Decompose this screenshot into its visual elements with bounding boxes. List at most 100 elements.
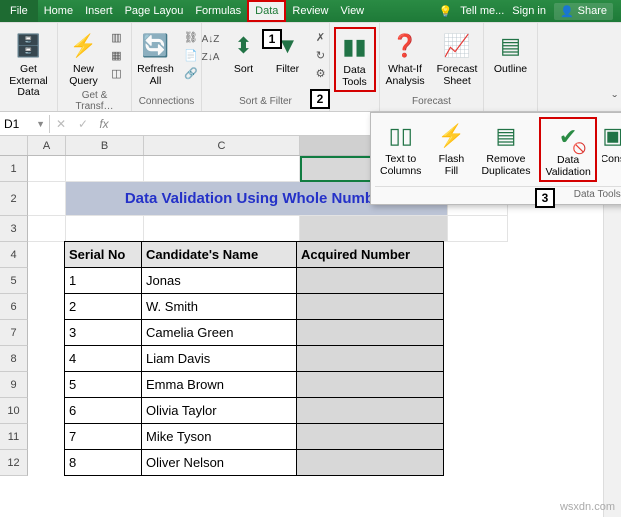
cell[interactable] <box>27 267 65 294</box>
from-table-icon[interactable]: ▦ <box>109 47 125 63</box>
cell[interactable] <box>28 182 66 216</box>
clear-filter-icon[interactable]: ✗ <box>313 29 329 45</box>
cell[interactable] <box>27 449 65 476</box>
row-header[interactable]: 7 <box>0 320 28 346</box>
serial-cell[interactable]: 5 <box>64 371 142 398</box>
cell[interactable] <box>443 397 503 424</box>
acquired-cell[interactable] <box>296 267 444 294</box>
cell[interactable] <box>27 345 65 372</box>
data-validation-button[interactable]: ✔🚫 Data Validation <box>539 117 596 182</box>
serial-cell[interactable]: 4 <box>64 345 142 372</box>
get-external-data-button[interactable]: 🗄️ Get External Data <box>4 27 53 102</box>
cell[interactable] <box>144 216 300 242</box>
acquired-cell[interactable] <box>296 397 444 424</box>
row-header[interactable]: 3 <box>0 216 28 242</box>
share-button[interactable]: 👤 Share <box>554 3 613 20</box>
name-cell[interactable]: Camelia Green <box>141 319 297 346</box>
cell[interactable] <box>66 216 144 242</box>
signin-link[interactable]: Sign in <box>512 5 546 17</box>
tab-home[interactable]: Home <box>38 0 79 22</box>
tab-review[interactable]: Review <box>286 0 334 22</box>
row-header[interactable]: 12 <box>0 450 28 476</box>
header-serial[interactable]: Serial No <box>64 241 142 268</box>
row-header[interactable]: 2 <box>0 182 28 216</box>
row-header[interactable]: 11 <box>0 424 28 450</box>
outline-button[interactable]: ▤ Outline <box>489 27 532 79</box>
cell[interactable] <box>27 423 65 450</box>
name-cell[interactable]: Emma Brown <box>141 371 297 398</box>
connections-icon[interactable]: ⛓ <box>183 29 199 45</box>
sort-az-icon[interactable]: A↓Z <box>203 31 219 47</box>
tellme-label[interactable]: Tell me... <box>460 5 504 17</box>
acquired-cell[interactable] <box>296 371 444 398</box>
row-header[interactable]: 8 <box>0 346 28 372</box>
name-cell[interactable]: Mike Tyson <box>141 423 297 450</box>
cell[interactable] <box>443 319 503 346</box>
fx-icon[interactable]: fx <box>94 117 114 131</box>
sort-button[interactable]: ⬍ Sort <box>223 27 265 79</box>
name-box[interactable]: D1 ▼ <box>0 115 50 133</box>
tab-data[interactable]: Data <box>247 0 286 22</box>
serial-cell[interactable]: 1 <box>64 267 142 294</box>
flash-fill-button[interactable]: ⚡ Flash Fill <box>430 117 472 182</box>
tab-view[interactable]: View <box>334 0 370 22</box>
show-queries-icon[interactable]: ▥ <box>109 29 125 45</box>
cell[interactable] <box>443 371 503 398</box>
col-header-a[interactable]: A <box>28 136 66 155</box>
select-all-corner[interactable] <box>0 136 28 155</box>
name-cell[interactable]: Jonas <box>141 267 297 294</box>
cell[interactable] <box>27 397 65 424</box>
cell[interactable] <box>28 156 66 182</box>
serial-cell[interactable]: 7 <box>64 423 142 450</box>
consolidate-button[interactable]: ▣ Cons <box>601 117 621 182</box>
cell[interactable] <box>443 267 503 294</box>
row-header[interactable]: 10 <box>0 398 28 424</box>
acquired-cell[interactable] <box>296 449 444 476</box>
serial-cell[interactable]: 6 <box>64 397 142 424</box>
cell[interactable] <box>28 216 66 242</box>
collapse-ribbon-icon[interactable]: ˇ <box>612 92 617 108</box>
reapply-icon[interactable]: ↻ <box>313 47 329 63</box>
cell[interactable] <box>66 156 144 182</box>
forecast-sheet-button[interactable]: 📈 Forecast Sheet <box>432 27 483 90</box>
name-cell[interactable]: Olivia Taylor <box>141 397 297 424</box>
whatif-button[interactable]: ❓ What-If Analysis <box>381 27 430 90</box>
acquired-cell[interactable] <box>296 293 444 320</box>
advanced-filter-icon[interactable]: ⚙ <box>313 65 329 81</box>
acquired-cell[interactable] <box>296 423 444 450</box>
cell[interactable] <box>443 241 503 268</box>
sort-za-icon[interactable]: Z↓A <box>203 49 219 65</box>
cell[interactable] <box>300 216 448 242</box>
name-box-dropdown-icon[interactable]: ▼ <box>36 119 45 129</box>
name-cell[interactable]: Oliver Nelson <box>141 449 297 476</box>
col-header-c[interactable]: C <box>144 136 300 155</box>
row-header[interactable]: 4 <box>0 242 28 268</box>
tab-formulas[interactable]: Formulas <box>189 0 247 22</box>
properties-icon[interactable]: 📄 <box>183 47 199 63</box>
cell[interactable] <box>144 156 300 182</box>
tab-pagelayout[interactable]: Page Layou <box>119 0 190 22</box>
new-query-button[interactable]: ⚡ New Query <box>63 27 105 90</box>
header-acquired[interactable]: Acquired Number <box>296 241 444 268</box>
cell[interactable] <box>448 216 508 242</box>
cell[interactable] <box>443 293 503 320</box>
cell[interactable] <box>27 319 65 346</box>
acquired-cell[interactable] <box>296 345 444 372</box>
serial-cell[interactable]: 2 <box>64 293 142 320</box>
cell[interactable] <box>443 345 503 372</box>
serial-cell[interactable]: 8 <box>64 449 142 476</box>
tab-insert[interactable]: Insert <box>79 0 119 22</box>
cell[interactable] <box>443 449 503 476</box>
data-tools-button[interactable]: ▮▮ Data Tools <box>334 27 376 92</box>
header-name[interactable]: Candidate's Name <box>141 241 297 268</box>
text-to-columns-button[interactable]: ▯▯ Text to Columns <box>375 117 426 182</box>
row-header[interactable]: 6 <box>0 294 28 320</box>
remove-duplicates-button[interactable]: ▤ Remove Duplicates <box>476 117 535 182</box>
serial-cell[interactable]: 3 <box>64 319 142 346</box>
file-tab[interactable]: File <box>0 0 38 22</box>
row-header[interactable]: 9 <box>0 372 28 398</box>
cell[interactable] <box>27 293 65 320</box>
recent-sources-icon[interactable]: ◫ <box>109 65 125 81</box>
name-cell[interactable]: Liam Davis <box>141 345 297 372</box>
row-header[interactable]: 1 <box>0 156 28 182</box>
